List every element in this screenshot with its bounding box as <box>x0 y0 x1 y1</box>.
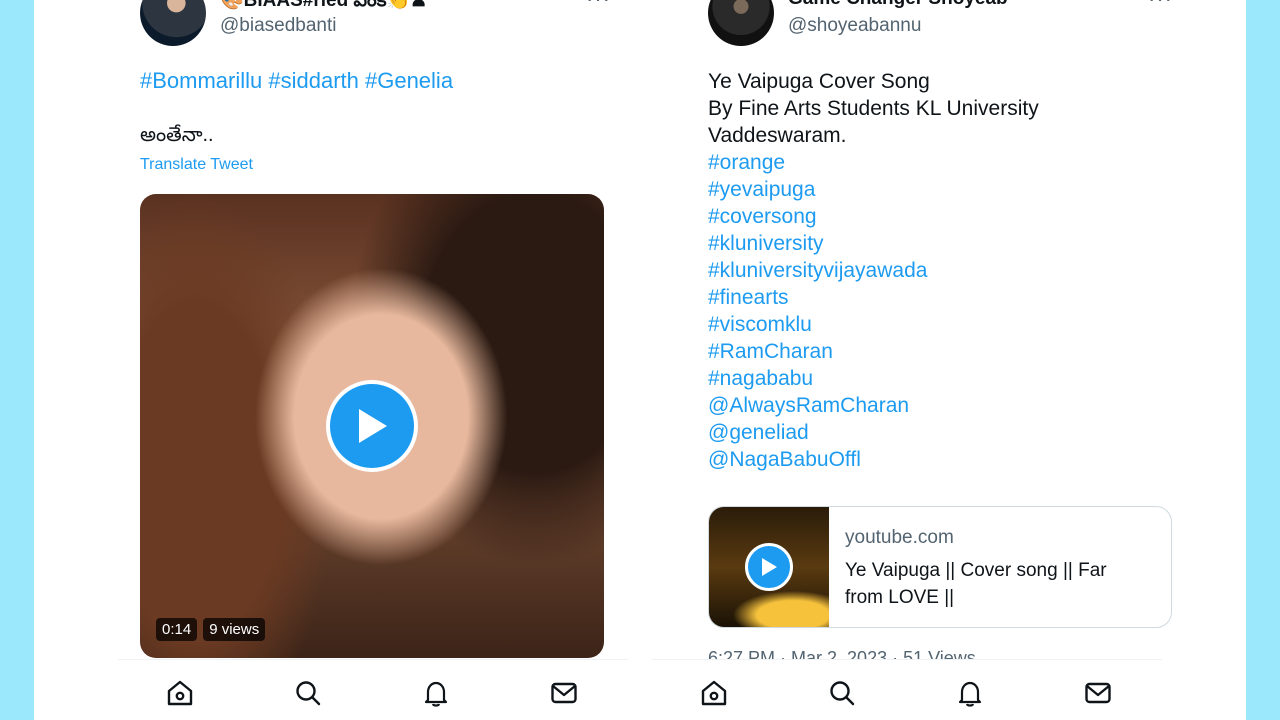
hashtag-link[interactable]: #nagababu <box>708 365 1039 392</box>
notifications-icon[interactable] <box>421 678 451 708</box>
hashtag-link[interactable]: #kluniversity <box>708 230 1039 257</box>
search-icon[interactable] <box>293 678 323 708</box>
hashtag-link[interactable]: #viscomklu <box>708 311 1039 338</box>
hashtag-link[interactable]: #kluniversityvijayawada <box>708 257 1039 284</box>
right-tweet[interactable]: Game Changer Shoyeab @shoyeabannu ··· Ye… <box>678 0 1198 720</box>
tweet-text: Ye Vaipuga Cover Song By Fine Arts Stude… <box>708 68 1039 473</box>
play-icon <box>762 558 777 576</box>
avatar[interactable] <box>708 0 774 46</box>
more-options-button[interactable]: ··· <box>586 0 611 12</box>
hashtag-link[interactable]: #yevaipuga <box>708 176 1039 203</box>
hashtag-link[interactable]: #RamCharan <box>708 338 1039 365</box>
home-icon[interactable] <box>699 678 729 708</box>
link-preview-card[interactable]: youtube.com Ye Vaipuga || Cover song || … <box>708 506 1172 628</box>
hashtag-link[interactable]: #orange <box>708 149 1039 176</box>
hashtag-link[interactable]: #finearts <box>708 284 1039 311</box>
display-name[interactable]: Game Changer Shoyeab <box>788 0 1008 10</box>
more-options-button[interactable]: ··· <box>1148 0 1173 12</box>
mention-link[interactable]: @AlwaysRamCharan <box>708 392 1039 419</box>
left-tweet[interactable]: 🎨BIAAS#ried ఏంకే👏♟ @biasedbanti ··· #Bom… <box>140 0 656 720</box>
play-button[interactable] <box>326 380 418 472</box>
video-meta: 0:14 9 views <box>156 618 266 641</box>
messages-icon[interactable] <box>1083 678 1113 708</box>
text-line: Ye Vaipuga Cover Song <box>708 70 930 93</box>
video-duration: 0:14 <box>156 618 198 641</box>
notifications-icon[interactable] <box>955 678 985 708</box>
card-title[interactable]: Ye Vaipuga || Cover song || Far from LOV… <box>845 557 1145 611</box>
tweet-text: అంతేనా.. <box>140 124 214 146</box>
display-name[interactable]: 🎨BIAAS#ried ఏంకే👏♟ <box>220 0 427 16</box>
video-views: 9 views <box>203 618 266 641</box>
handle[interactable]: @shoyeabannu <box>788 15 921 37</box>
avatar[interactable] <box>140 0 206 46</box>
translate-tweet-link[interactable]: Translate Tweet <box>140 156 253 174</box>
mention-link[interactable]: @NagaBabuOffl <box>708 446 1039 473</box>
text-line: Vaddeswaram. <box>708 124 847 147</box>
search-icon[interactable] <box>827 678 857 708</box>
handle[interactable]: @biasedbanti <box>220 15 336 37</box>
video-player[interactable]: 0:14 9 views <box>140 194 604 658</box>
card-thumbnail[interactable] <box>709 507 829 627</box>
card-domain: youtube.com <box>845 527 954 548</box>
screenshot-panel: 🎨BIAAS#ried ఏంకే👏♟ @biasedbanti ··· #Bom… <box>34 0 1246 720</box>
play-icon <box>359 409 387 443</box>
messages-icon[interactable] <box>549 678 579 708</box>
nav-divider <box>652 659 1162 660</box>
play-button[interactable] <box>745 543 793 591</box>
text-line: By Fine Arts Students KL University <box>708 97 1039 120</box>
nav-divider <box>118 659 628 660</box>
mention-link[interactable]: @geneliad <box>708 419 1039 446</box>
hashtags[interactable]: #Bommarillu #siddarth #Genelia <box>140 68 453 94</box>
hashtag-link[interactable]: #coversong <box>708 203 1039 230</box>
home-icon[interactable] <box>165 678 195 708</box>
